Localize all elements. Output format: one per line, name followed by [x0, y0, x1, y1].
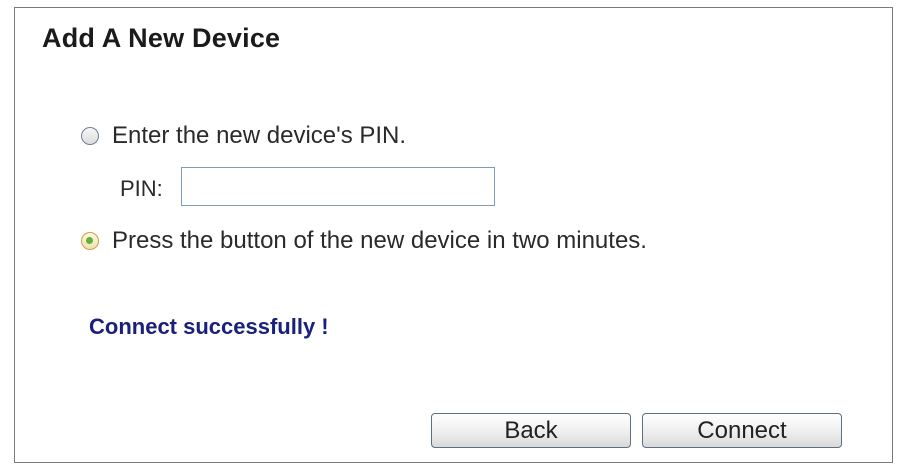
pin-input[interactable] — [181, 167, 495, 206]
page-title: Add A New Device — [42, 23, 281, 53]
option-press-button[interactable]: Press the button of the new device in tw… — [81, 227, 647, 255]
connect-button[interactable]: Connect — [642, 413, 842, 448]
option-enter-pin-label: Enter the new device's PIN. — [112, 122, 407, 149]
back-button[interactable]: Back — [431, 413, 631, 448]
option-press-button-label: Press the button of the new device in tw… — [112, 227, 647, 254]
radio-press-button[interactable] — [81, 232, 99, 250]
option-enter-pin[interactable]: Enter the new device's PIN. — [81, 122, 406, 150]
add-device-panel: Add A New Device Enter the new device's … — [14, 7, 893, 463]
radio-enter-pin[interactable] — [81, 127, 99, 145]
pin-field-label: PIN: — [120, 176, 163, 201]
status-message: Connect successfully ! — [89, 314, 329, 339]
